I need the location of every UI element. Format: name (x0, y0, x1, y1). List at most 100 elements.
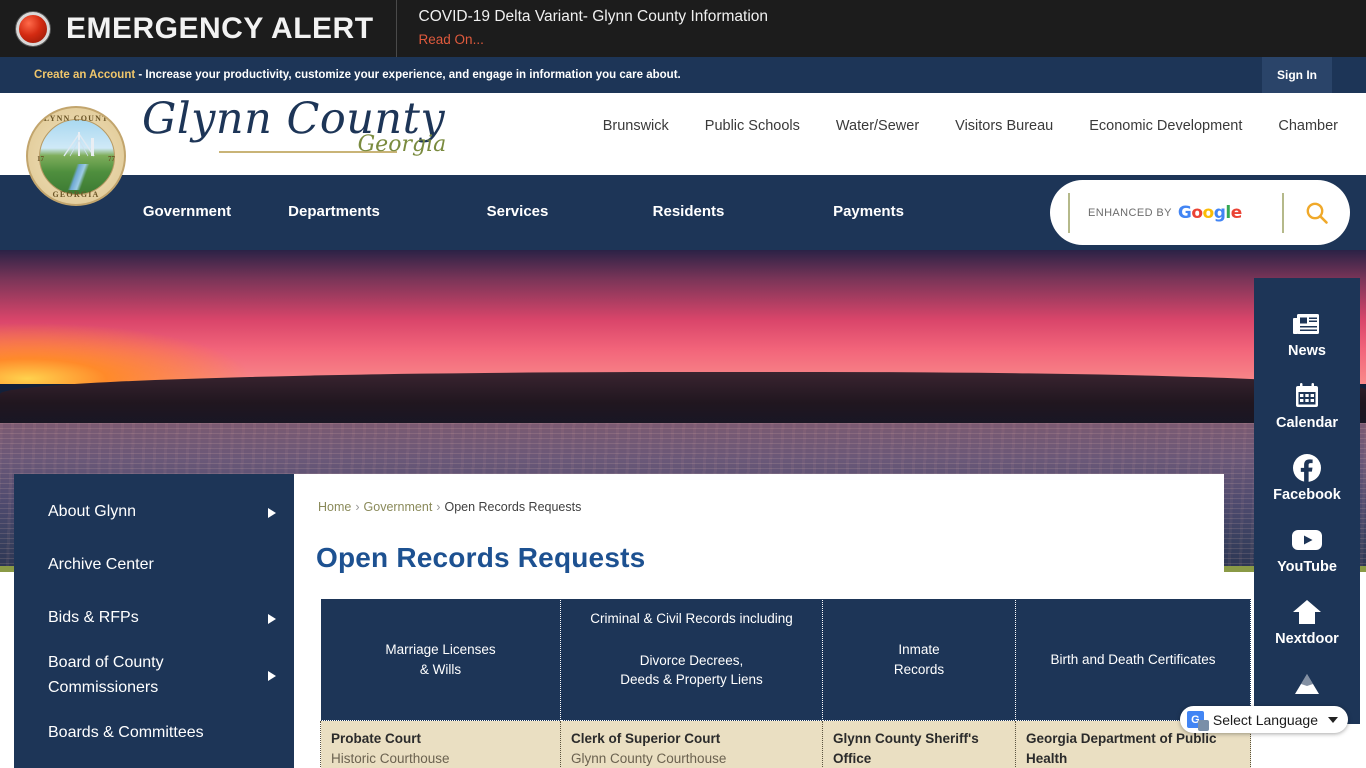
social-item-news[interactable]: News (1254, 300, 1360, 372)
seal-inner-art (39, 119, 115, 195)
top-partner-links: Brunswick Public Schools Water/Sewer Vis… (603, 118, 1338, 134)
left-sidebar-nav: About Glynn Archive Center Bids & RFPs B… (14, 474, 294, 768)
header-line-3: Deeds & Property Liens (620, 672, 763, 688)
social-label: Nextdoor (1275, 631, 1339, 647)
social-label: News (1288, 343, 1326, 359)
facebook-icon (1254, 453, 1360, 483)
header-line-1: Criminal & Civil Records including (590, 611, 793, 626)
seal-year-right: 77 (108, 155, 115, 163)
social-item-calendar[interactable]: Calendar (1254, 372, 1360, 444)
table-header: Marriage Licenses & Wills Criminal & Civ… (320, 598, 1251, 721)
hero-treeline (0, 371, 1366, 430)
header-line-1: Marriage Licenses (385, 641, 496, 657)
breadcrumb-current: Open Records Requests (444, 500, 582, 514)
breadcrumb-separator: › (355, 500, 360, 514)
breadcrumb-government[interactable]: Government (364, 500, 433, 514)
page-root: EMERGENCY ALERT COVID-19 Delta Variant- … (0, 0, 1366, 768)
account-message: Create an Account - Increase your produc… (0, 69, 681, 81)
sidebar-item-bids-rfps[interactable]: Bids & RFPs (14, 592, 294, 645)
top-link-economic-development[interactable]: Economic Development (1089, 118, 1242, 134)
header-line-2: Records (893, 661, 945, 677)
cell-office-detail: Historic Courthouse (331, 751, 450, 767)
alert-text-block: COVID-19 Delta Variant- Glynn County Inf… (397, 7, 768, 49)
sidebar-item-board-of-county-commissioners[interactable]: Board of County Commissioners (14, 645, 294, 707)
search-submit-button[interactable] (1284, 180, 1350, 245)
county-seal-logo[interactable]: GLYNN COUNTY GEORGIA 17 77 (26, 106, 126, 206)
wordmark-state: Georgia (357, 132, 447, 157)
cell-office-detail: Glynn County Courthouse (571, 751, 727, 767)
alert-icon-wrap (0, 11, 66, 46)
seal-water-art (54, 164, 102, 190)
alert-headline: COVID-19 Delta Variant- Glynn County Inf… (418, 8, 769, 26)
search-input[interactable]: ENHANCED BY Google (1068, 192, 1282, 233)
create-account-link[interactable]: Create an Account (34, 69, 135, 81)
cell-office-name: Clerk of Superior Court (571, 731, 721, 746)
top-link-water-sewer[interactable]: Water/Sewer (836, 118, 919, 134)
cell-office-name: Georgia Department of Public Health (1026, 731, 1217, 767)
account-message-text: - Increase your productivity, customize … (135, 69, 681, 81)
breadcrumb-home[interactable]: Home (318, 500, 351, 514)
language-selector[interactable]: G Select Language (1179, 706, 1348, 733)
breadcrumb: Home › Government › Open Records Requests (318, 500, 581, 514)
language-label: Select Language (1212, 711, 1318, 728)
search-icon (1306, 202, 1328, 224)
sidebar-label: Archive Center (48, 556, 154, 574)
main-content-panel: Home › Government › Open Records Requests Op… (294, 474, 1251, 768)
header-line-2: & Wills (419, 661, 462, 677)
sidebar-label: About Glynn (48, 503, 137, 521)
table-cell-sheriffs-office: Glynn County Sheriff's Office (822, 720, 1016, 768)
sidebar-item-about-glynn[interactable]: About Glynn (14, 486, 294, 539)
sign-in-button[interactable]: Sign In (1262, 57, 1332, 93)
sidebar-item-archive-center[interactable]: Archive Center (14, 539, 294, 592)
seal-top-text: GLYNN COUNTY (36, 114, 116, 123)
seal-bottom-text: GEORGIA (52, 190, 100, 199)
social-item-youtube[interactable]: YouTube (1254, 516, 1360, 588)
chevron-right-icon (268, 670, 276, 681)
account-bar: Create an Account - Increase your produc… (0, 57, 1366, 93)
header-spacer (569, 629, 814, 651)
nav-item-departments[interactable]: Departments (234, 203, 434, 220)
top-link-public-schools[interactable]: Public Schools (705, 118, 800, 134)
sidebar-item-boards-committees[interactable]: Boards & Committees (14, 707, 294, 760)
house-icon (1254, 597, 1360, 627)
social-label: Facebook (1273, 487, 1341, 503)
table-header-cell-criminal-civil: Criminal & Civil Records including Divor… (560, 598, 823, 721)
top-link-chamber[interactable]: Chamber (1278, 118, 1338, 134)
sidebar-label: Bids & RFPs (48, 609, 139, 627)
chevron-down-icon (1328, 716, 1338, 723)
header-line-2: Divorce Decrees, (639, 652, 744, 668)
main-navigation: Government Departments Services Resident… (140, 203, 961, 220)
bridge-icon (63, 132, 95, 157)
header-line-1: Birth and Death Certificates (1050, 651, 1216, 667)
page-title: Open Records Requests (316, 542, 646, 573)
sidebar-label: Boards & Committees (48, 723, 204, 741)
google-logo: Google (1177, 202, 1242, 223)
social-item-nextdoor[interactable]: Nextdoor (1254, 588, 1360, 660)
mountain-icon (1254, 669, 1360, 699)
nav-item-government[interactable]: Government (140, 203, 234, 220)
google-translate-icon: G (1186, 711, 1209, 731)
social-rail: News Calendar Facebook YouTube Nextdoor (1254, 278, 1360, 724)
top-link-visitors-bureau[interactable]: Visitors Bureau (955, 118, 1053, 134)
red-alert-dot-icon (16, 11, 50, 46)
table-header-cell-inmate: Inmate Records (822, 598, 1016, 721)
chevron-right-icon (268, 613, 276, 624)
emergency-alert-bar: EMERGENCY ALERT COVID-19 Delta Variant- … (0, 0, 1366, 57)
site-search-box[interactable]: ENHANCED BY Google (1050, 180, 1350, 245)
cell-office-name: Glynn County Sheriff's Office (833, 731, 979, 767)
hero-sunset-sky (0, 250, 1366, 385)
emergency-alert-title: EMERGENCY ALERT (66, 11, 374, 45)
nav-item-payments[interactable]: Payments (776, 203, 961, 220)
social-label: Calendar (1275, 415, 1339, 431)
table-header-cell-birth-death: Birth and Death Certificates (1015, 598, 1251, 721)
top-link-brunswick[interactable]: Brunswick (603, 118, 669, 134)
table-header-row: Marriage Licenses & Wills Criminal & Civ… (320, 598, 1251, 721)
nav-item-services[interactable]: Services (434, 203, 601, 220)
nav-item-residents[interactable]: Residents (601, 203, 776, 220)
social-item-facebook[interactable]: Facebook (1254, 444, 1360, 516)
youtube-icon (1254, 525, 1360, 555)
alert-read-on-link[interactable]: Read On... (419, 31, 768, 49)
sidebar-label: Board of County Commissioners (48, 654, 164, 696)
table-body: Probate Court Historic Courthouse Clerk … (320, 720, 1251, 768)
site-wordmark[interactable]: Glynn County Georgia (142, 98, 447, 168)
